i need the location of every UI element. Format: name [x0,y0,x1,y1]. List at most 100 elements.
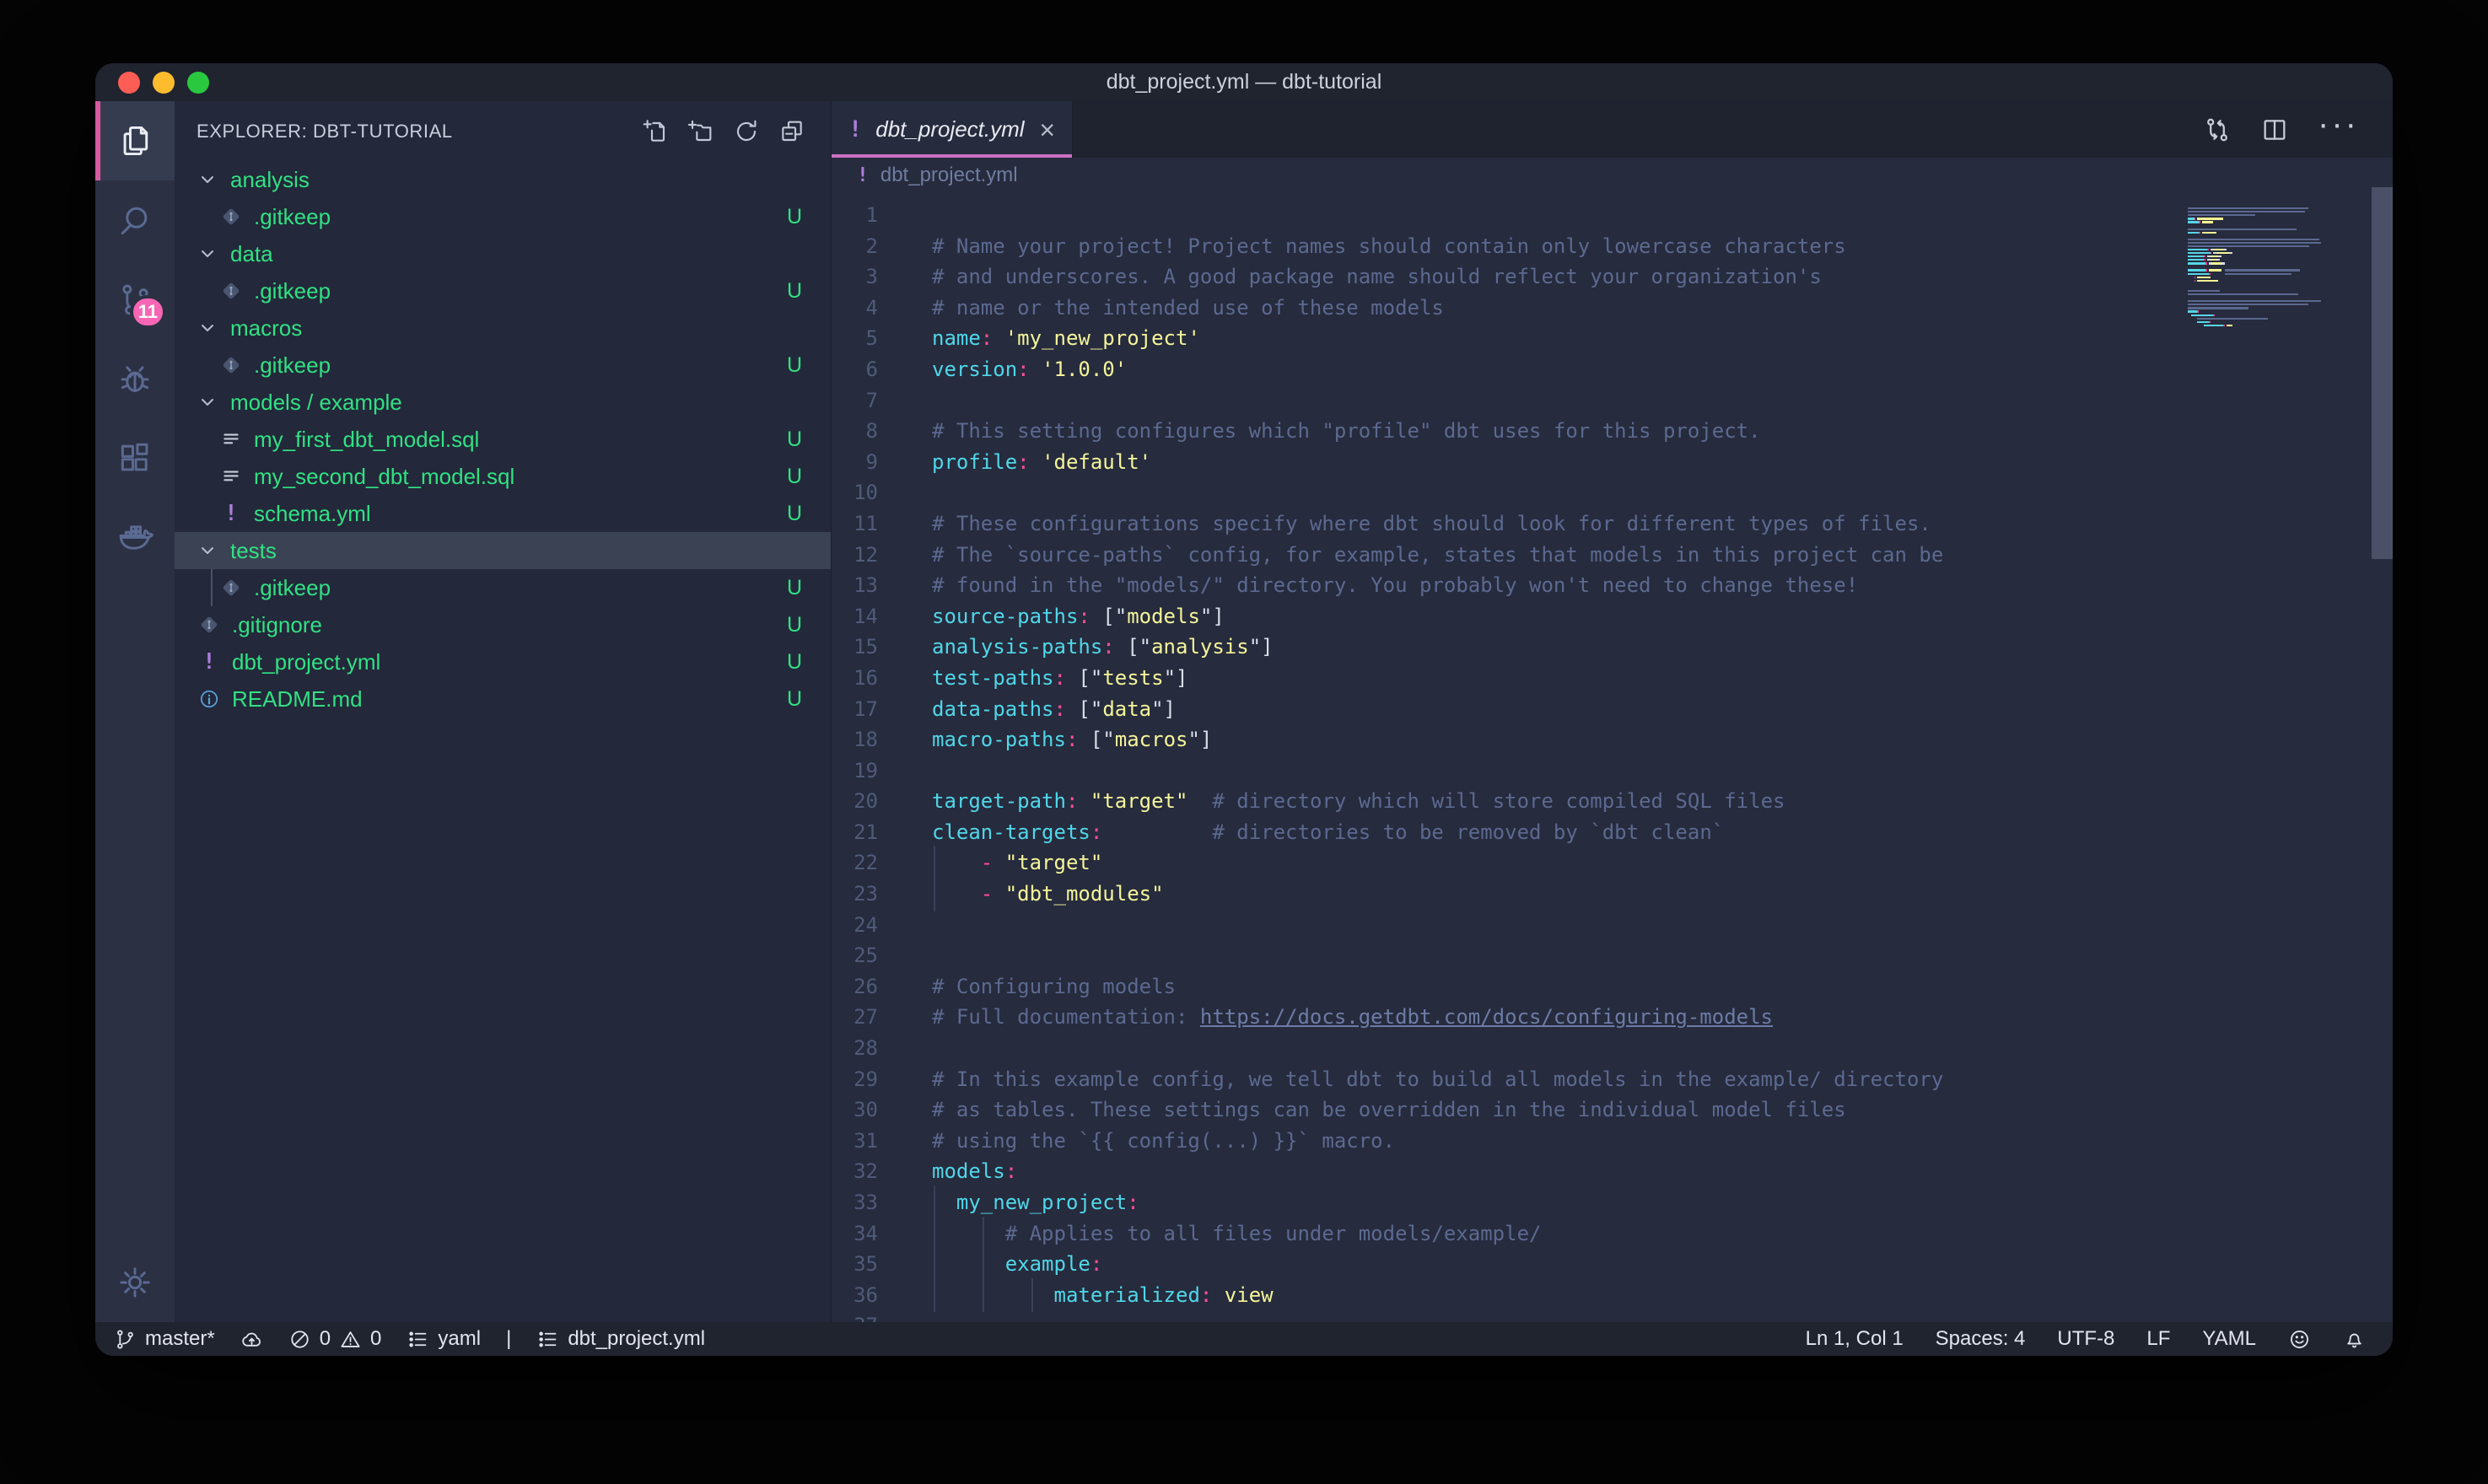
activity-item-run-debug[interactable] [95,339,175,418]
minimap[interactable] [2188,204,2335,331]
yaml-warning-icon: ! [197,649,222,675]
split-editor-button[interactable] [2260,116,2289,144]
git-untracked-badge: U [780,353,809,378]
status-label: dbt_project.yml [568,1327,705,1351]
error-icon [288,1328,311,1351]
activity-item-settings[interactable] [95,1243,175,1322]
line-number: 1 [832,200,878,231]
code-line-31: 31# using the `{{ config(...) }}` macro. [832,1126,2393,1157]
tree-folder-macros[interactable]: macros [175,309,831,347]
code-line-18: 18macro-paths: ["macros"] [832,724,2393,755]
status-publish-changes[interactable] [240,1328,263,1351]
status-label: | [506,1327,511,1351]
code-line-6: 6version: '1.0.0' [832,354,2393,385]
line-number: 6 [832,354,878,385]
tree-file-my-second-dbt-model-sql[interactable]: my_second_dbt_model.sqlU [175,458,831,495]
git-branch-icon [114,1328,137,1351]
code-line-16: 16test-paths: ["tests"] [832,663,2393,694]
status-label: LF [2146,1327,2170,1351]
line-number: 28 [832,1033,878,1064]
status-branch-indicator[interactable]: master* [114,1327,215,1351]
list-icon [536,1328,559,1351]
git-icon [218,280,244,302]
tree-folder-tests[interactable]: tests [175,532,831,569]
line-number: 7 [832,385,878,417]
tree-folder-models-example[interactable]: models / example [175,384,831,421]
line-number: 36 [832,1280,878,1311]
sql-icon [218,465,244,487]
split-editor-icon [2260,116,2289,144]
new-file-button[interactable] [642,118,669,145]
line-number: 25 [832,940,878,971]
status-cursor-position[interactable]: Ln 1, Col 1 [1806,1327,1904,1351]
status-problems[interactable]: 00 [288,1327,382,1351]
breadcrumb-file: dbt_project.yml [880,164,1018,187]
editor-scrollbar[interactable] [2372,187,2393,559]
code-editor[interactable]: 12# Name your project! Project names sho… [832,192,2393,1322]
code-line-36: 36 materialized: view [832,1280,2393,1311]
activity-item-explorer[interactable] [95,101,175,180]
status-feedback[interactable] [2288,1328,2311,1351]
status-eol[interactable]: LF [2146,1327,2170,1351]
maximize-window-button[interactable] [187,72,209,94]
activity-item-docker[interactable] [95,497,175,577]
code-line-27: 27# Full documentation: https://docs.get… [832,1002,2393,1033]
status-indentation[interactable]: Spaces: 4 [1936,1327,2026,1351]
yaml-warning-icon: ! [848,116,862,142]
close-tab-icon[interactable]: × [1039,116,1055,143]
status-task-file[interactable]: dbt_project.yml [536,1327,705,1351]
tree-file--gitkeep[interactable]: .gitkeepU [175,569,831,606]
status-notifications[interactable] [2343,1328,2366,1351]
breadcrumb[interactable]: ! dbt_project.yml [832,158,2393,192]
tab-dbt-project-yml[interactable]: ! dbt_project.yml × [832,101,1073,158]
tree-file-dbt-project-yml[interactable]: !dbt_project.ymlU [175,643,831,680]
tree-file--gitignore[interactable]: .gitignoreU [175,606,831,643]
tree-file--gitkeep[interactable]: .gitkeepU [175,198,831,235]
code-line-26: 26# Configuring models [832,971,2393,1003]
smiley-icon [2288,1328,2311,1351]
window-controls [118,72,209,94]
tree-item-label: .gitkeep [254,575,780,601]
tree-file-readme-md[interactable]: README.mdU [175,680,831,718]
close-window-button[interactable] [118,72,140,94]
gear-icon [116,1264,153,1301]
code-line-15: 15analysis-paths: ["analysis"] [832,632,2393,663]
tree-folder-analysis[interactable]: analysis [175,161,831,198]
status-task-yaml[interactable]: yaml [407,1327,481,1351]
compare-changes-icon [2203,116,2232,144]
refresh-button[interactable] [733,118,760,145]
collapse-all-button[interactable] [778,118,805,145]
code-line-1: 1 [832,200,2393,231]
tree-file--gitkeep[interactable]: .gitkeepU [175,347,831,384]
tree-item-label: data [230,241,780,267]
tree-file--gitkeep[interactable]: .gitkeepU [175,272,831,309]
yaml-warning-icon: ! [857,164,869,186]
git-untracked-badge: U [780,687,809,712]
activity-item-search[interactable] [95,180,175,260]
line-number: 34 [832,1218,878,1250]
new-folder-button[interactable] [687,118,714,145]
file-tree: analysis.gitkeepUdata.gitkeepUmacros.git… [175,161,831,1322]
status-language-mode[interactable]: YAML [2202,1327,2256,1351]
sql-icon [218,428,244,450]
ellipsis-icon: ··· [2318,124,2359,136]
info-icon [197,688,222,710]
tree-file-my-first-dbt-model-sql[interactable]: my_first_dbt_model.sqlU [175,421,831,458]
status-label: UTF-8 [2057,1327,2114,1351]
code-line-25: 25 [832,940,2393,971]
minimize-window-button[interactable] [153,72,175,94]
yaml-warning-icon: ! [218,501,244,526]
activity-item-extensions[interactable] [95,418,175,497]
tree-folder-data[interactable]: data [175,235,831,272]
tree-file-schema-yml[interactable]: !schema.ymlU [175,495,831,532]
extensions-icon [116,439,153,476]
code-line-17: 17data-paths: ["data"] [832,694,2393,725]
line-number: 19 [832,755,878,787]
open-changes-button[interactable] [2203,116,2232,144]
scm-changes-badge: 11 [130,295,166,329]
more-actions-button[interactable]: ··· [2318,124,2359,136]
tree-item-label: my_second_dbt_model.sql [254,464,780,490]
status-encoding[interactable]: UTF-8 [2057,1327,2114,1351]
activity-item-source-control[interactable]: 11 [95,260,175,339]
activity-bar: 11 [95,101,175,1322]
